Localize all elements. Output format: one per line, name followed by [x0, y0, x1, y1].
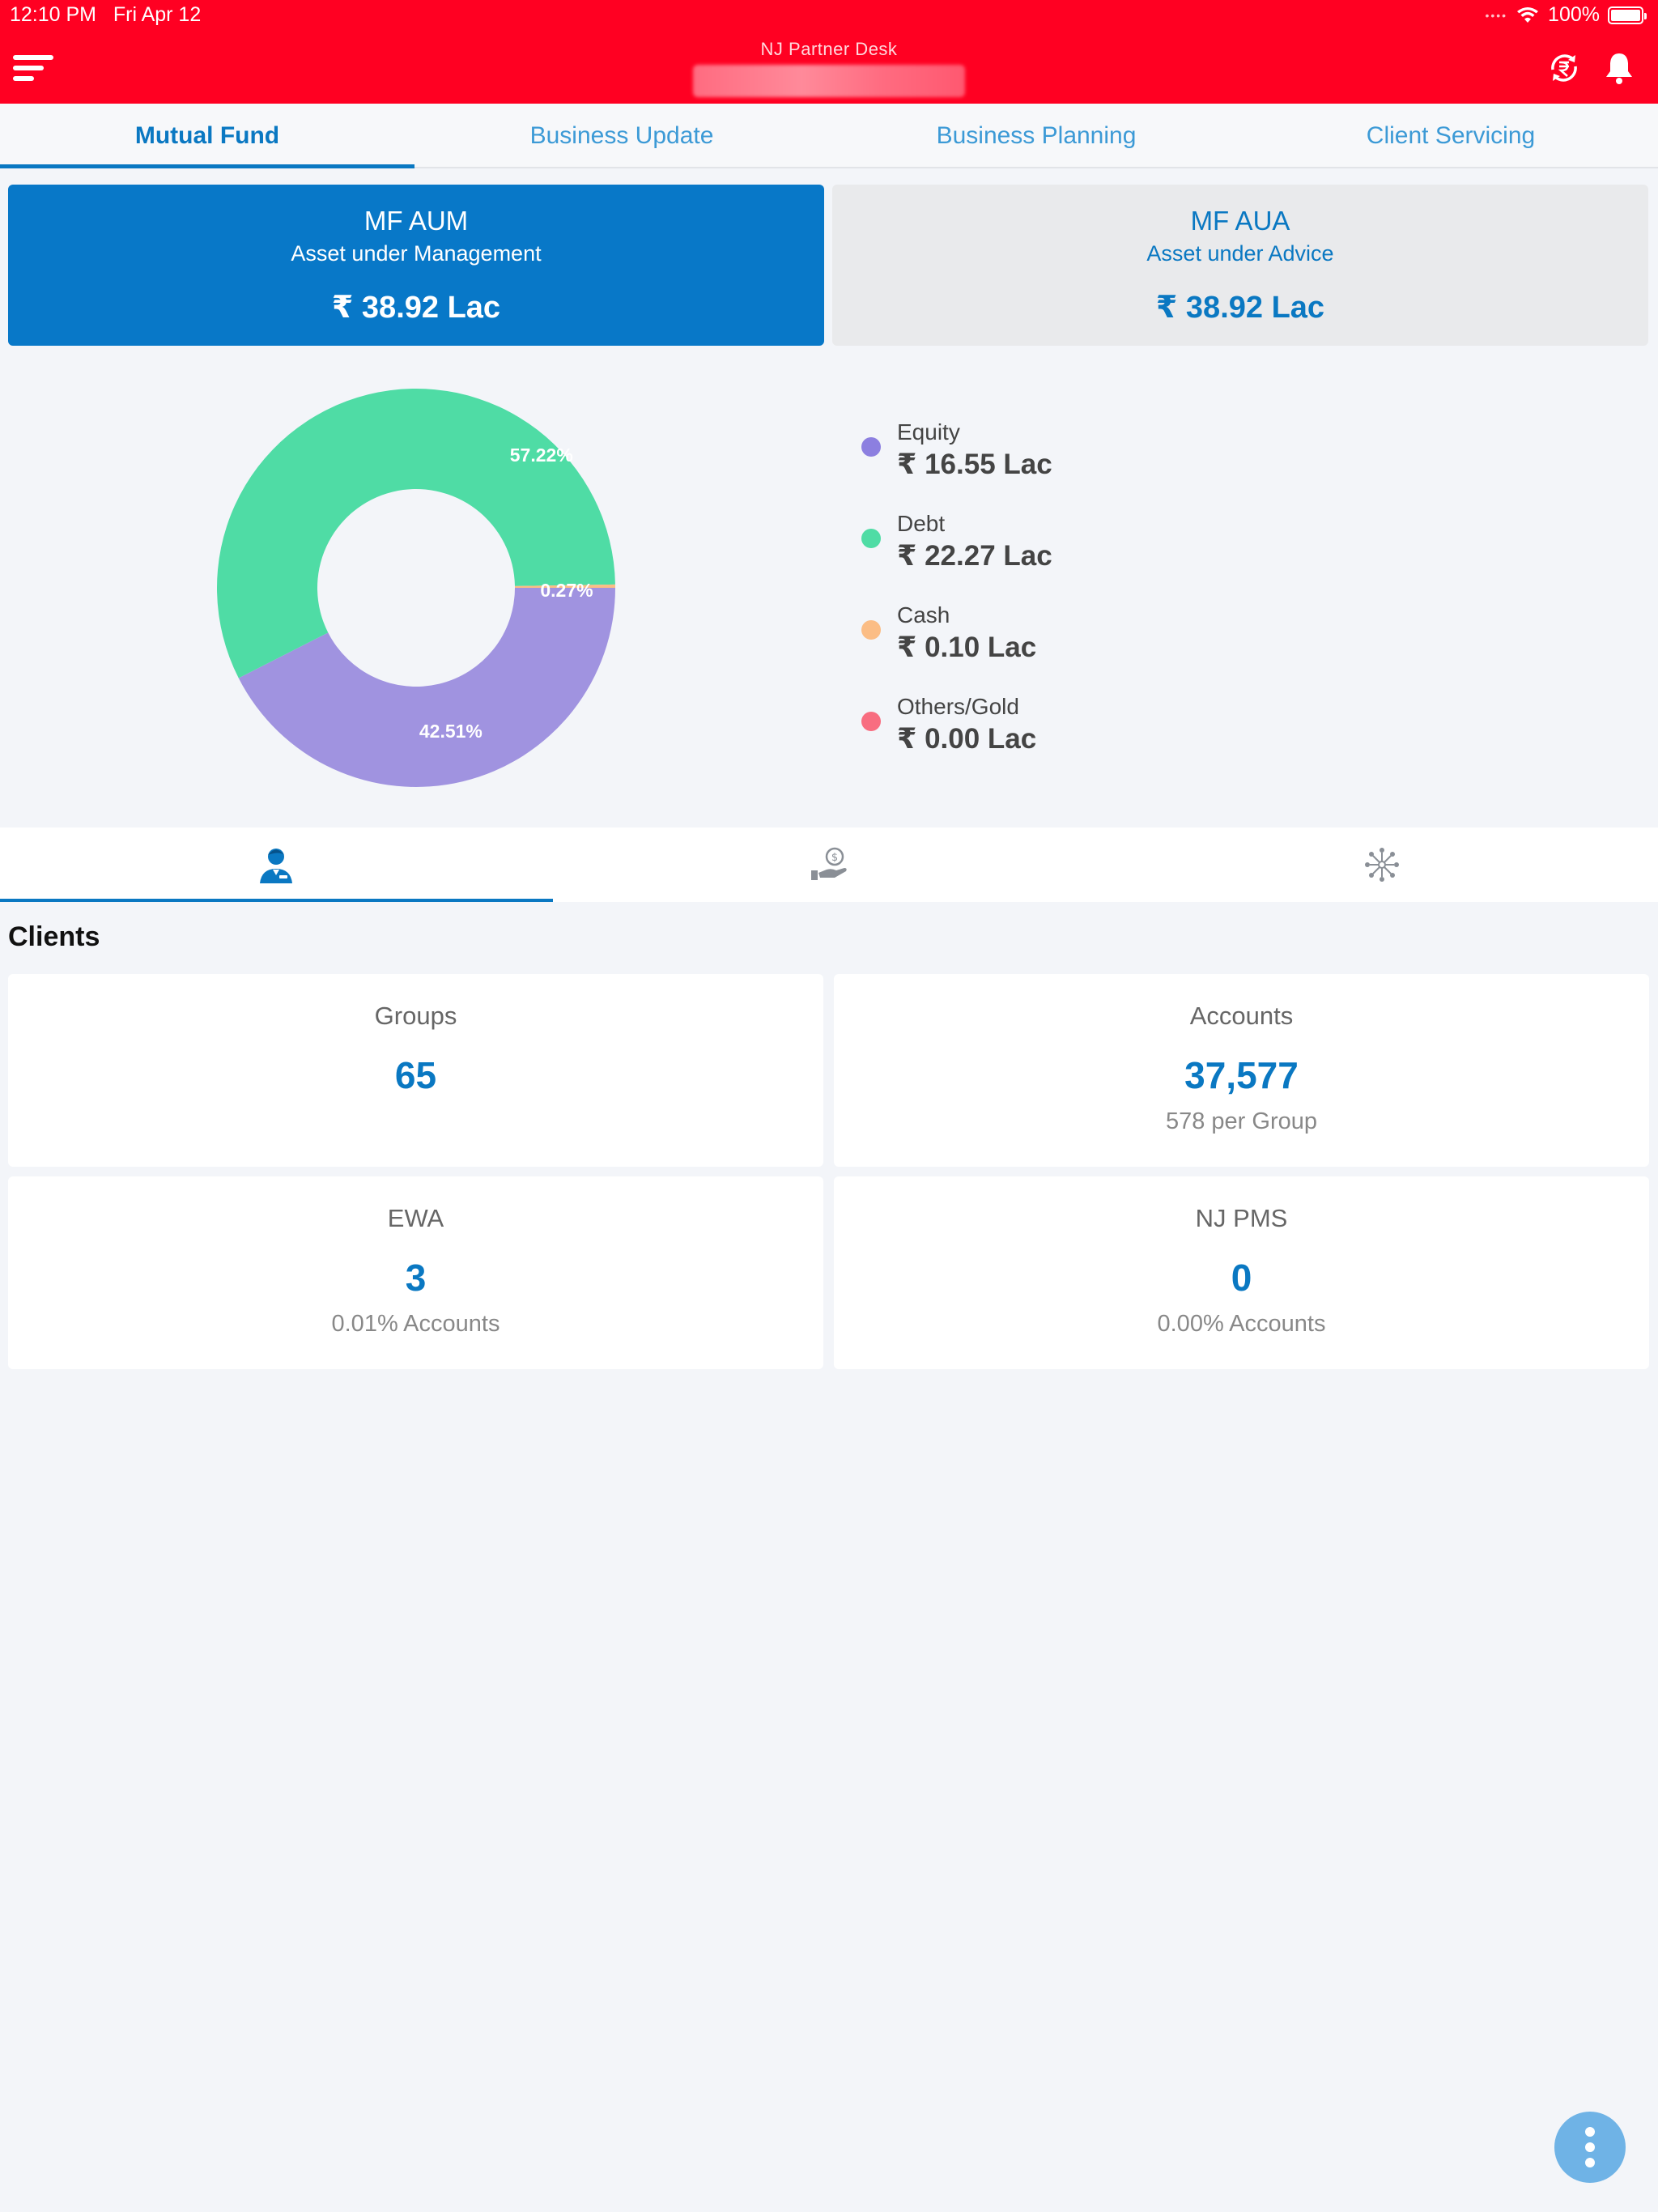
groups-label: Groups	[374, 1002, 457, 1030]
rupee-sync-button[interactable]	[1545, 49, 1584, 87]
pms-value: 0	[1231, 1257, 1252, 1299]
client-sub-tabs: $	[0, 827, 1658, 902]
groups-value: 65	[394, 1054, 437, 1096]
legend-dot-equity	[861, 437, 881, 457]
aum-subtitle: Asset under Management	[291, 241, 542, 266]
status-time: 12:10 PM Fri Apr 12	[10, 3, 201, 27]
aum-title: MF AUM	[363, 206, 469, 236]
wifi-icon	[1517, 6, 1539, 23]
ewa-card[interactable]: EWA 3 0.01% Accounts	[8, 1176, 823, 1369]
aum-value: ₹ 38.92 Lac	[331, 291, 501, 325]
ewa-sub: 0.01% Accounts	[331, 1311, 500, 1337]
battery-icon	[1608, 6, 1647, 24]
legend-label: Others/Gold	[897, 694, 1019, 719]
legend-label: Debt	[897, 511, 946, 536]
legend-item-debt: Debt ₹ 22.27 Lac	[858, 511, 1052, 602]
donut-chart-svg: 42.51% 57.22% 0.27%	[216, 388, 615, 787]
legend-value: ₹ 0.10 Lac	[897, 632, 1037, 663]
client-user-icon	[260, 849, 293, 883]
tab-client-servicing[interactable]: Client Servicing	[1244, 104, 1658, 167]
donut-label-cash: 0.27%	[540, 580, 593, 601]
accounts-sub: 578 per Group	[1165, 1108, 1317, 1134]
donut-label-debt: 57.22%	[510, 445, 573, 466]
subtab-network[interactable]	[1105, 827, 1658, 902]
app-title: NJ Partner Desk	[760, 39, 898, 59]
aua-value: ₹ 38.92 Lac	[1155, 291, 1325, 325]
legend-item-others-gold: Others/Gold ₹ 0.00 Lac	[858, 694, 1052, 785]
nj-pms-card[interactable]: NJ PMS 0 0.00% Accounts	[834, 1176, 1649, 1369]
groups-card[interactable]: Groups 65	[8, 974, 823, 1167]
top-header: 12:10 PM Fri Apr 12 •••• 100% NJ Partner…	[0, 0, 1658, 104]
tab-mutual-fund[interactable]: Mutual Fund	[0, 104, 414, 168]
legend-item-equity: Equity ₹ 16.55 Lac	[858, 419, 1052, 511]
main-tabs: Mutual Fund Business Update Business Pla…	[0, 104, 1658, 168]
legend-value: ₹ 16.55 Lac	[897, 449, 1052, 480]
partner-name-redacted	[693, 65, 965, 97]
mf-aua-card[interactable]: MF AUA Asset under Advice ₹ 38.92 Lac	[832, 185, 1648, 346]
signal-icon: ••••	[1485, 8, 1508, 22]
status-date: Fri Apr 12	[113, 3, 202, 26]
battery-percent: 100%	[1548, 3, 1600, 26]
status-clock: 12:10 PM	[10, 3, 97, 26]
header-center: NJ Partner Desk	[0, 39, 1658, 101]
legend-value: ₹ 0.00 Lac	[897, 723, 1037, 755]
asset-allocation-chart: 42.51% 57.22% 0.27%	[215, 387, 617, 789]
legend-label: Equity	[897, 419, 960, 445]
aua-title: MF AUA	[1190, 206, 1290, 236]
mf-aum-card[interactable]: MF AUM Asset under Management ₹ 38.92 La…	[8, 185, 824, 346]
accounts-value: 37,577	[1184, 1054, 1299, 1096]
subtab-transactions[interactable]: $	[553, 827, 1106, 902]
tab-business-update[interactable]: Business Update	[414, 104, 829, 167]
accounts-card[interactable]: Accounts 37,577 578 per Group	[834, 974, 1649, 1167]
pms-sub: 0.00% Accounts	[1157, 1311, 1326, 1337]
rupee-sync-icon	[1551, 54, 1577, 82]
tab-business-planning[interactable]: Business Planning	[829, 104, 1244, 167]
more-vertical-icon	[1585, 2127, 1595, 2167]
more-options-button[interactable]	[1554, 2112, 1626, 2183]
bell-icon	[1606, 53, 1632, 84]
donut-label-equity: 42.51%	[419, 721, 483, 742]
legend-value: ₹ 22.27 Lac	[897, 540, 1052, 572]
accounts-label: Accounts	[1189, 1002, 1294, 1030]
aua-subtitle: Asset under Advice	[1146, 241, 1334, 266]
legend-item-cash: Cash ₹ 0.10 Lac	[858, 602, 1052, 694]
ewa-value: 3	[405, 1257, 427, 1299]
notifications-button[interactable]	[1600, 49, 1639, 87]
svg-text:$: $	[831, 852, 838, 864]
legend-dot-debt	[861, 529, 881, 548]
pms-label: NJ PMS	[1195, 1204, 1288, 1232]
legend-dot-others-gold	[861, 712, 881, 731]
ewa-label: EWA	[387, 1204, 444, 1232]
money-hand-icon: $	[811, 847, 847, 880]
clients-section-title: Clients	[8, 921, 100, 952]
subtab-clients[interactable]	[0, 827, 553, 902]
network-hub-icon	[1364, 848, 1399, 882]
chart-legend: Equity ₹ 16.55 Lac Debt ₹ 22.27 Lac Cash…	[858, 419, 1052, 785]
status-right: •••• 100%	[1485, 3, 1647, 27]
legend-label: Cash	[897, 602, 950, 627]
legend-dot-cash	[861, 620, 881, 640]
